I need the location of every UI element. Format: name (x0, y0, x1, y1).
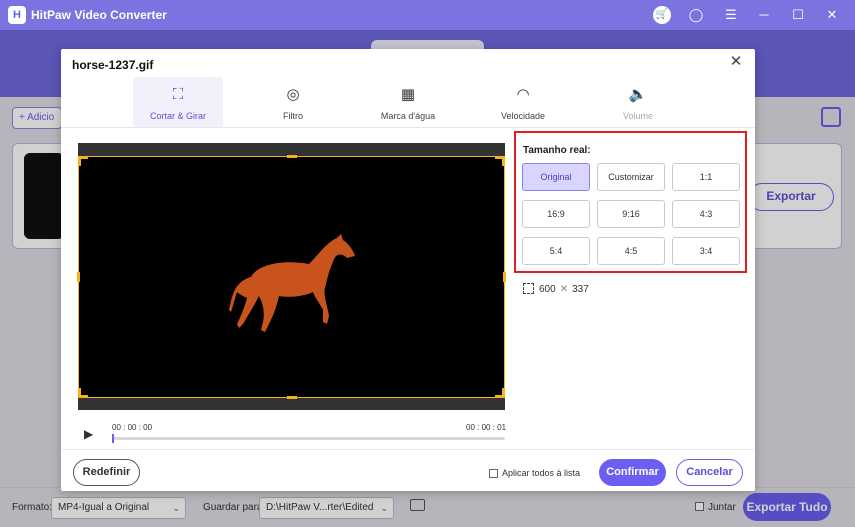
tab-crop-rotate[interactable]: ⛶ Cortar & Girar (133, 77, 223, 127)
watermark-icon: ▦ (400, 86, 416, 103)
size-width: 600 (539, 284, 556, 295)
close-icon[interactable]: ✕ (728, 54, 744, 70)
crop-handle-left[interactable] (77, 272, 80, 282)
crop-handle-top[interactable] (287, 155, 297, 158)
ratio-option-5-4[interactable]: 5:4 (522, 237, 590, 265)
tab-volume: 🔈 Volume (593, 77, 683, 127)
cart-icon[interactable]: 🛒 (653, 6, 671, 24)
crop-handle-bottom-right[interactable] (495, 388, 505, 398)
edit-tabs: ⛶ Cortar & Girar ◎ Filtro ▦ Marca d'água… (61, 77, 755, 127)
tab-label: Velocidade (500, 111, 546, 121)
ratio-option-9-16[interactable]: 9:16 (597, 200, 665, 228)
crop-handle-right[interactable] (503, 272, 506, 282)
output-size: 600 ✕ 337 (523, 283, 589, 295)
apply-all-checkbox[interactable] (489, 469, 498, 478)
app-logo: H (8, 6, 26, 24)
confirm-button[interactable]: Confirmar (599, 459, 666, 486)
crop-handle-top-right[interactable] (495, 156, 505, 166)
ratio-option-4-3[interactable]: 4:3 (672, 200, 740, 228)
cancel-button[interactable]: Cancelar (676, 459, 743, 486)
apply-all-label: Aplicar todos à lista (502, 468, 581, 478)
crop-area[interactable] (77, 155, 506, 399)
timeline-slider[interactable] (112, 434, 505, 443)
total-time: 00 : 00 : 01 (466, 423, 507, 432)
crop-handle-top-left[interactable] (78, 156, 88, 166)
video-preview (77, 143, 506, 410)
timeline-handle[interactable] (112, 434, 114, 443)
aspect-ratio-title: Tamanho real: (523, 145, 591, 156)
horse-image (229, 234, 355, 332)
ratio-option-3-4[interactable]: 3:4 (672, 237, 740, 265)
filter-icon: ◎ (286, 86, 300, 103)
tab-label: Marca d'água (380, 111, 436, 121)
modal-title: horse-1237.gif (72, 58, 154, 72)
ratio-option-original[interactable]: Original (522, 163, 590, 191)
edit-modal: horse-1237.gif ✕ ⛶ Cortar & Girar ◎ Filt… (61, 49, 755, 491)
ratio-option-16-9[interactable]: 16:9 (522, 200, 590, 228)
crop-icon: ⛶ (172, 86, 184, 103)
user-icon[interactable]: ◯ (687, 6, 705, 24)
tab-speed[interactable]: ◠ Velocidade (478, 77, 568, 127)
aspect-ratio-panel: Tamanho real: Original Customizar 1:1 16… (514, 131, 747, 273)
tab-label: Volume (622, 111, 654, 121)
crop-handle-bottom-left[interactable] (78, 388, 88, 398)
maximize-icon[interactable]: ☐ (789, 6, 807, 24)
tab-filter[interactable]: ◎ Filtro (248, 77, 338, 127)
minimize-icon[interactable]: ─ (755, 6, 773, 24)
reset-button[interactable]: Redefinir (73, 459, 140, 486)
tabs-divider (61, 127, 755, 128)
tab-label: Cortar & Girar (149, 111, 206, 121)
current-time: 00 : 00 : 00 (112, 423, 153, 432)
speed-icon: ◠ (516, 86, 530, 103)
play-icon[interactable]: ▶ (84, 427, 98, 441)
volume-icon: 🔈 (628, 86, 648, 103)
resize-icon (523, 283, 534, 294)
size-height: 337 (572, 284, 589, 295)
tab-watermark[interactable]: ▦ Marca d'água (363, 77, 453, 127)
ratio-option-custom[interactable]: Customizar (597, 163, 665, 191)
close-window-icon[interactable]: ✕ (823, 6, 841, 24)
app-title: HitPaw Video Converter (31, 8, 167, 22)
ratio-option-4-5[interactable]: 4:5 (597, 237, 665, 265)
footer-divider (61, 449, 755, 450)
crop-handle-bottom[interactable] (287, 396, 297, 399)
times-icon: ✕ (559, 284, 569, 295)
tab-label: Filtro (283, 111, 303, 121)
ratio-option-1-1[interactable]: 1:1 (672, 163, 740, 191)
menu-icon[interactable]: ☰ (722, 6, 740, 24)
